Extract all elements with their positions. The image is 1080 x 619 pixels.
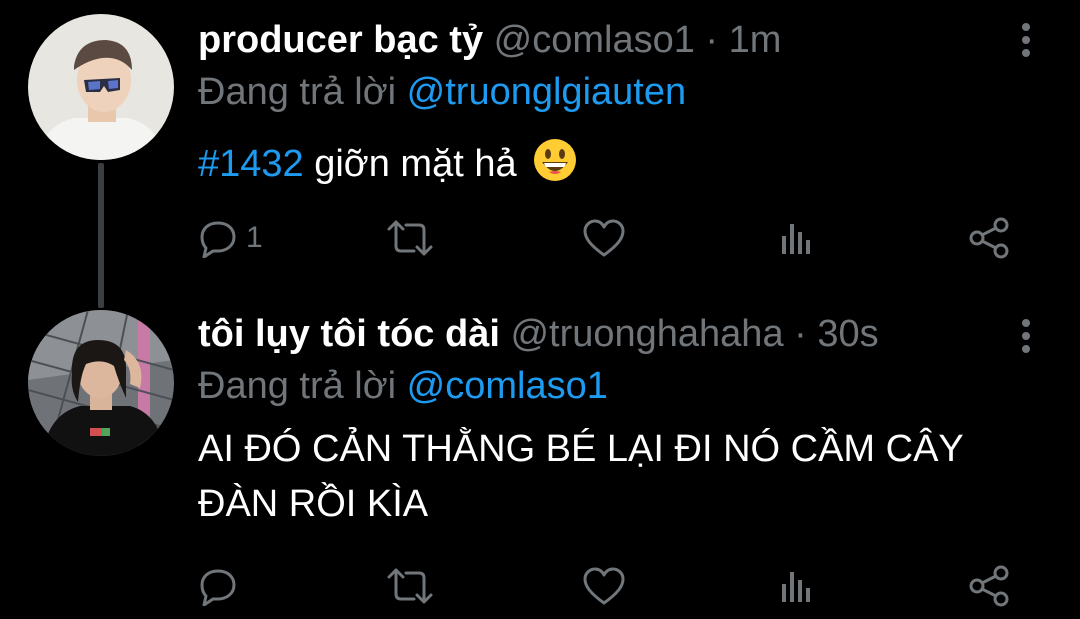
display-name[interactable]: tôi lụy tôi tóc dài (198, 313, 500, 355)
share-button[interactable] (968, 214, 1012, 262)
tweet-text: #1432 giỡn mặt hả (198, 136, 577, 198)
reply-count: 1 (246, 221, 263, 254)
more-icon (1022, 319, 1030, 353)
handle[interactable]: @comlaso1 (494, 19, 695, 61)
timestamp[interactable]: 1m (729, 19, 782, 61)
like-button[interactable] (582, 214, 626, 262)
replying-to: Đang trả lời @truonglgiauten (198, 70, 686, 114)
tweet-actions (198, 562, 1038, 610)
tweet-header: producer bạc tỷ @comlaso1 · 1m (198, 18, 781, 62)
views-button[interactable] (776, 214, 816, 262)
tweet-text: AI ĐÓ CẢN THẰNG BÉ LẠI ĐI NÓ CẦM CÂY ĐÀN… (198, 428, 964, 525)
more-button[interactable] (1016, 20, 1036, 60)
avatar[interactable] (28, 14, 174, 160)
tweet-2[interactable]: tôi lụy tôi tóc dài @truonghahaha · 30s … (0, 300, 1080, 619)
retweet-button[interactable] (386, 214, 434, 262)
thread-line (98, 163, 104, 308)
more-icon (1022, 23, 1030, 57)
separator: · (794, 313, 807, 355)
replying-to-label: Đang trả lời (198, 365, 397, 407)
timestamp[interactable]: 30s (817, 313, 878, 355)
replying-to: Đang trả lời @comlaso1 (198, 364, 608, 408)
separator: · (705, 19, 719, 61)
reply-button[interactable]: 1 (198, 214, 263, 262)
reply-icon (200, 569, 236, 606)
retweet-icon (387, 220, 433, 256)
hashtag[interactable]: #1432 (198, 143, 304, 185)
more-button[interactable] (1016, 316, 1036, 356)
views-button[interactable] (776, 562, 816, 610)
reply-button[interactable] (198, 562, 238, 610)
reply-mention[interactable]: @comlaso1 (407, 365, 608, 407)
reply-mention[interactable]: @truonglgiauten (407, 71, 686, 113)
reply-icon (200, 221, 236, 258)
views-icon (782, 572, 810, 602)
share-button[interactable] (968, 562, 1012, 610)
retweet-icon (387, 568, 433, 604)
handle[interactable]: @truonghahaha (510, 313, 783, 355)
avatar-photo-1 (28, 14, 174, 160)
like-button[interactable] (582, 562, 626, 610)
share-icon (969, 217, 1009, 259)
share-icon (969, 565, 1009, 607)
views-icon (782, 224, 810, 254)
like-icon (583, 567, 625, 605)
tweet-actions: 1 (198, 214, 1038, 262)
grinning-face-emoji (533, 138, 577, 198)
avatar[interactable] (28, 310, 174, 456)
like-icon (583, 219, 625, 257)
tweet-header: tôi lụy tôi tóc dài @truonghahaha · 30s (198, 312, 879, 356)
retweet-button[interactable] (386, 562, 434, 610)
display-name[interactable]: producer bạc tỷ (198, 19, 483, 61)
tweet-1[interactable]: producer bạc tỷ @comlaso1 · 1m Đang trả … (0, 0, 1080, 308)
tweet-body: giỡn mặt hả (314, 143, 517, 185)
replying-to-label: Đang trả lời (198, 71, 397, 113)
avatar-photo-2 (28, 310, 174, 456)
